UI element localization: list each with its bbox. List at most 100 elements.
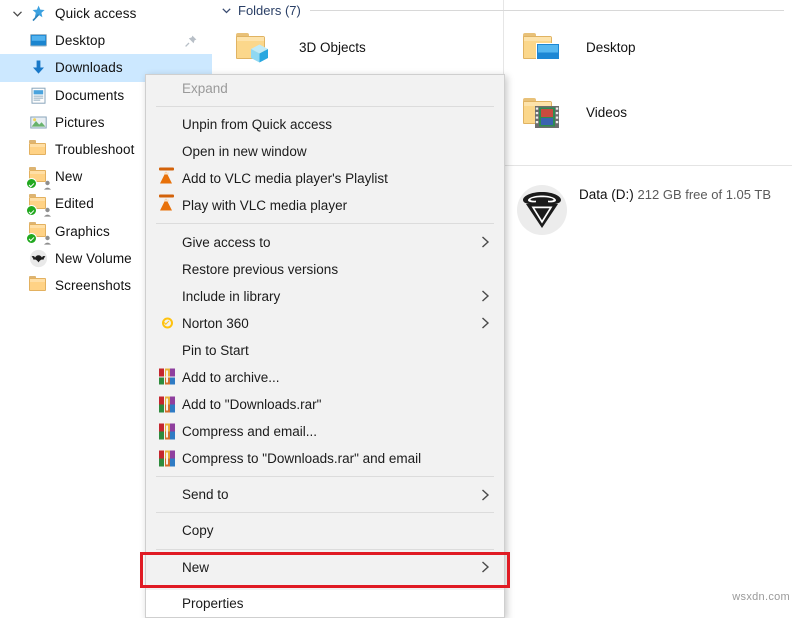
watermark-label: wsxdn.com — [732, 591, 790, 603]
sidebar-item-label: Graphics — [55, 224, 110, 239]
menu-item-label: Compress and email... — [182, 424, 317, 439]
menu-item-expand: Expand — [146, 75, 504, 102]
sidebar-item-label: New Volume — [55, 251, 132, 266]
sidebar-item-label: Screenshots — [55, 278, 131, 293]
shared-people-badge-icon — [43, 178, 52, 188]
winrar-icon — [159, 396, 176, 413]
chevron-down-icon[interactable] — [10, 6, 25, 21]
menu-item-include-in-library[interactable]: Include in library — [146, 283, 504, 310]
folder-tile-desktop[interactable]: Desktop — [517, 30, 636, 64]
menu-item-compress-to-downloads-rar-and-email[interactable]: Compress to "Downloads.rar" and email — [146, 445, 504, 472]
monitor-overlay-icon — [536, 43, 560, 66]
menu-item-add-to-vlc-media-player-s-playlist[interactable]: Add to VLC media player's Playlist — [146, 165, 504, 192]
drive-name-label: Data (D:) — [579, 187, 634, 202]
menu-item-label: Give access to — [182, 235, 271, 250]
sync-check-badge-icon — [26, 205, 37, 216]
menu-item-properties[interactable]: Properties — [146, 590, 504, 617]
menu-item-label: Add to VLC media player's Playlist — [182, 171, 388, 186]
winrar-icon — [159, 369, 176, 386]
sidebar-item-label: Downloads — [55, 60, 123, 75]
folder-desktop-icon — [517, 30, 559, 64]
menu-item-add-to-archive[interactable]: Add to archive... — [146, 364, 504, 391]
drive-item-data-d[interactable]: Data (D:) 212 GB free of 1.05 TB — [517, 185, 771, 235]
sidebar-item-desktop[interactable]: Desktop — [0, 27, 212, 54]
shared-people-badge-icon — [43, 205, 52, 215]
norton-icon — [159, 315, 176, 332]
menu-item-norton-360[interactable]: Norton 360 — [146, 310, 504, 337]
folder-synced-icon — [29, 222, 48, 241]
folder-3d-objects-icon — [230, 30, 272, 64]
menu-item-label: Pin to Start — [182, 343, 249, 358]
chevron-right-icon — [481, 488, 490, 501]
folder-synced-icon — [29, 194, 48, 213]
menu-item-label: Compress to "Downloads.rar" and email — [182, 451, 421, 466]
vlc-icon — [159, 197, 176, 214]
menu-separator — [156, 549, 494, 550]
shared-people-badge-icon — [43, 233, 52, 243]
menu-separator — [156, 223, 494, 224]
menu-item-label: Properties — [182, 596, 244, 611]
menu-item-label: Expand — [182, 81, 228, 96]
folders-group-header[interactable]: Folders (7) — [220, 3, 790, 18]
menu-item-label: Open in new window — [182, 144, 307, 159]
drive-bat-icon — [29, 249, 48, 268]
folder-icon — [29, 276, 48, 295]
folder-videos-icon — [517, 95, 559, 129]
menu-item-play-with-vlc-media-player[interactable]: Play with VLC media player — [146, 192, 504, 219]
downloads-icon — [29, 58, 48, 77]
menu-item-label: Add to "Downloads.rar" — [182, 397, 321, 412]
cube-overlay-icon — [249, 43, 271, 68]
pictures-icon — [29, 113, 48, 132]
menu-item-restore-previous-versions[interactable]: Restore previous versions — [146, 256, 504, 283]
menu-item-send-to[interactable]: Send to — [146, 481, 504, 508]
menu-item-label: Restore previous versions — [182, 262, 338, 277]
menu-item-copy[interactable]: Copy — [146, 517, 504, 544]
folder-icon — [29, 140, 48, 159]
menu-item-label: Play with VLC media player — [182, 198, 347, 213]
star-pin-icon — [29, 4, 48, 23]
chevron-down-icon[interactable] — [220, 4, 233, 17]
menu-item-add-to-downloads-rar[interactable]: Add to "Downloads.rar" — [146, 391, 504, 418]
pin-icon[interactable] — [184, 34, 198, 48]
sidebar-item-label: Desktop — [55, 33, 105, 48]
group-header-rule — [310, 10, 784, 11]
menu-separator — [156, 512, 494, 513]
menu-separator — [156, 476, 494, 477]
folder-synced-icon — [29, 167, 48, 186]
menu-item-label: Add to archive... — [182, 370, 280, 385]
context-menu[interactable]: Expand Unpin from Quick access Open in new… — [145, 74, 505, 618]
chevron-right-icon — [481, 290, 490, 303]
film-strip-overlay-icon — [535, 106, 559, 131]
sidebar-item-label: Documents — [55, 88, 124, 103]
desktop-icon — [29, 31, 48, 50]
folder-tile-3d-objects[interactable]: 3D Objects — [230, 30, 366, 64]
menu-item-compress-and-email[interactable]: Compress and email... — [146, 418, 504, 445]
nav-root-quick-access[interactable]: Quick access — [0, 0, 212, 27]
folder-tile-label: 3D Objects — [299, 40, 366, 55]
drive-free-space-label: 212 GB free of 1.05 TB — [638, 187, 771, 202]
sidebar-item-label: Pictures — [55, 115, 105, 130]
menu-item-label: Include in library — [182, 289, 280, 304]
menu-item-open-in-new-window[interactable]: Open in new window — [146, 138, 504, 165]
chevron-right-icon — [481, 317, 490, 330]
menu-item-label: Copy — [182, 523, 214, 538]
vlc-icon — [159, 170, 176, 187]
menu-item-give-access-to[interactable]: Give access to — [146, 228, 504, 255]
menu-item-label: Norton 360 — [182, 316, 249, 331]
winrar-icon — [159, 423, 176, 440]
menu-item-pin-to-start[interactable]: Pin to Start — [146, 337, 504, 364]
annotation-highlight-box — [140, 552, 510, 588]
folder-tile-label: Videos — [586, 105, 627, 120]
winrar-icon — [159, 450, 176, 467]
nav-root-label: Quick access — [55, 6, 136, 21]
menu-separator — [156, 106, 494, 107]
menu-item-unpin-from-quick-access[interactable]: Unpin from Quick access — [146, 111, 504, 138]
documents-icon — [29, 86, 48, 105]
superman-drive-icon — [517, 185, 567, 235]
sidebar-item-label: Edited — [55, 196, 94, 211]
menu-item-label: Unpin from Quick access — [182, 117, 332, 132]
folder-tile-videos[interactable]: Videos — [517, 95, 627, 129]
chevron-right-icon — [481, 236, 490, 249]
sync-check-badge-icon — [26, 233, 37, 244]
sidebar-item-label: New — [55, 169, 82, 184]
